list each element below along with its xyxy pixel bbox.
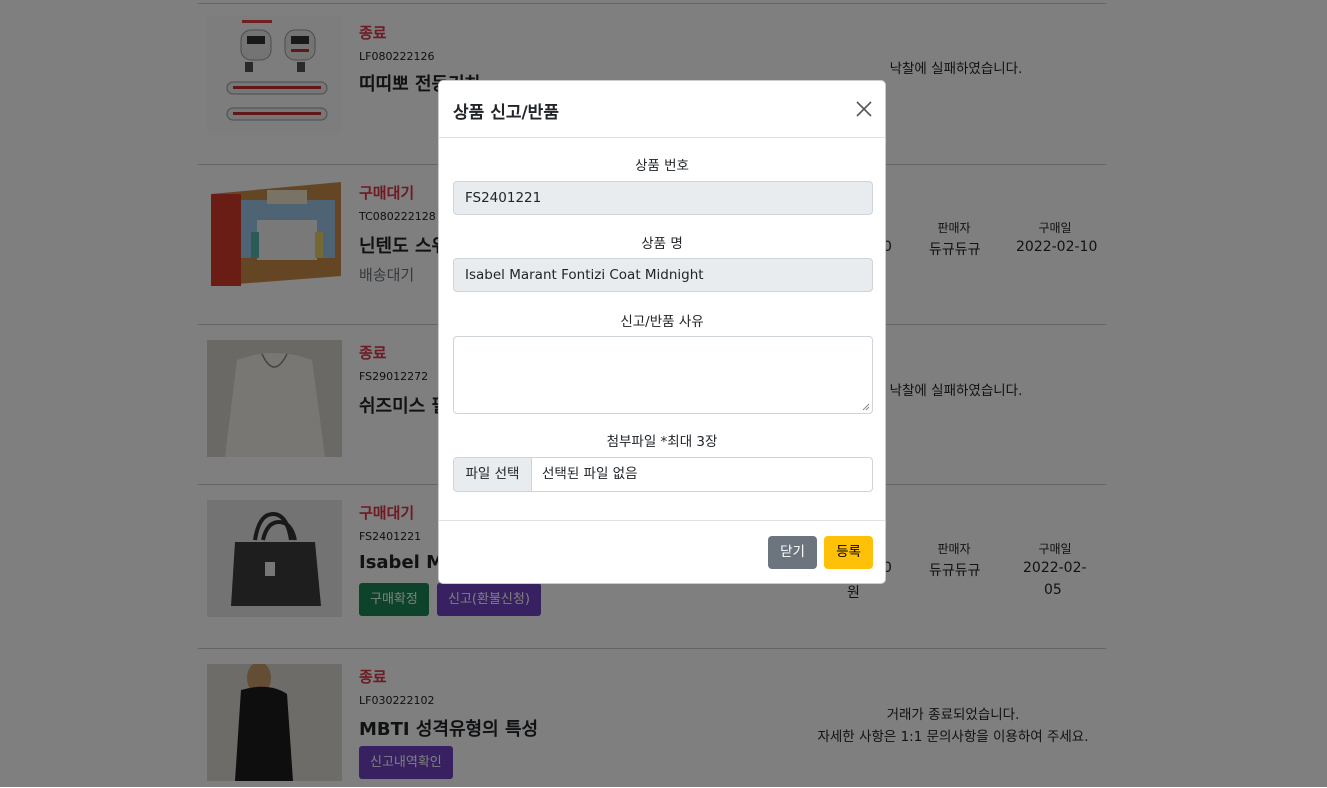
reason-label: 신고/반품 사유 [620,314,704,330]
close-icon[interactable] [855,100,873,118]
file-input[interactable]: 파일 선택 선택된 파일 없음 [453,457,873,492]
submit-button[interactable]: 등록 [824,536,873,569]
close-button[interactable]: 닫기 [768,536,817,569]
attachment-label: 첨부파일 *최대 3장 [606,434,718,450]
product-number-field: FS2401221 [453,181,873,215]
file-status-text: 선택된 파일 없음 [542,466,638,482]
report-return-modal: 상품 신고/반품 상품 번호 FS2401221 상품 명 Isabel Mar… [438,80,886,584]
modal-footer-divider [439,520,885,521]
file-select-button[interactable]: 파일 선택 [454,458,532,491]
reason-textarea[interactable] [453,336,873,414]
modal-title: 상품 신고/반품 [453,103,559,123]
resize-handle-icon[interactable] [862,403,870,411]
product-number-label: 상품 번호 [635,158,689,174]
product-name-field: Isabel Marant Fontizi Coat Midnight [453,258,873,292]
modal-header: 상품 신고/반품 [439,81,885,138]
product-name-label: 상품 명 [641,236,683,252]
